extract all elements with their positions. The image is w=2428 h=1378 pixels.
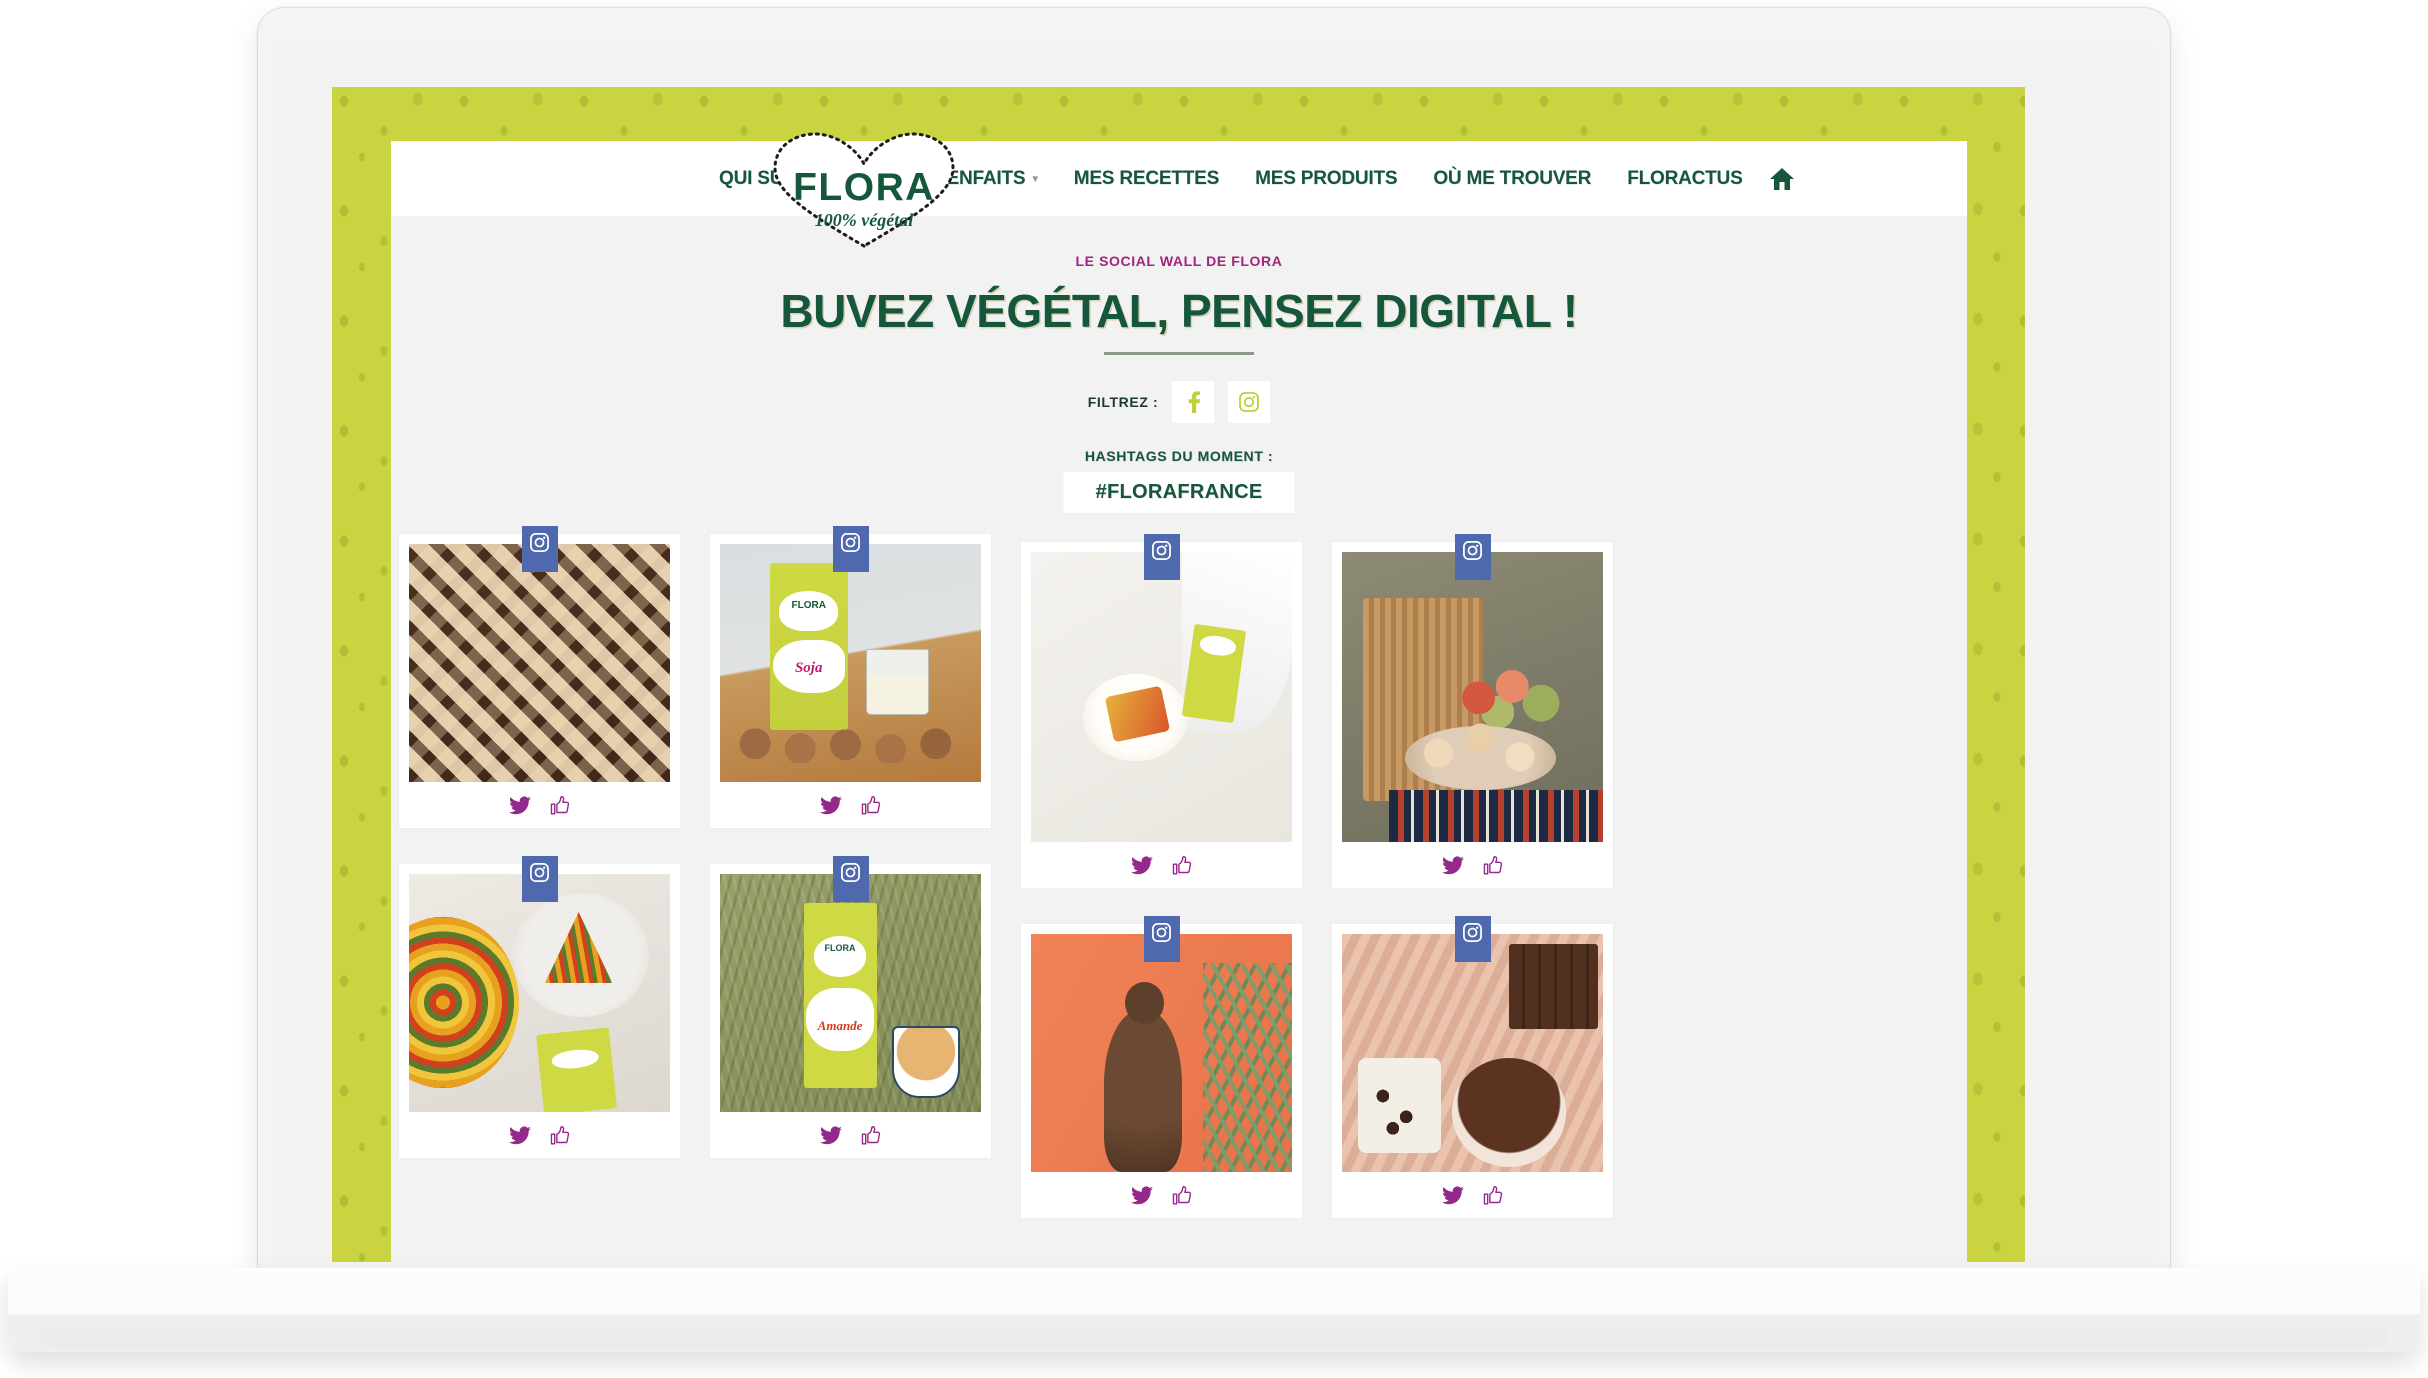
post-actions — [1031, 842, 1292, 888]
filter-button-facebook[interactable] — [1172, 381, 1215, 423]
twitter-icon[interactable] — [509, 795, 531, 815]
instagram-icon — [1239, 392, 1260, 412]
post-image-knit-chocolate[interactable] — [1342, 934, 1603, 1172]
post-image-vegetable-tart[interactable] — [409, 874, 670, 1112]
post-actions — [720, 1112, 981, 1158]
post-image-flora-amande-grass[interactable]: FLORA Amande — [720, 874, 981, 1112]
social-post-card[interactable] — [1021, 534, 1302, 888]
nav-item-mes-produits[interactable]: MES PRODUITS — [1237, 168, 1415, 190]
twitter-icon[interactable] — [509, 1125, 531, 1145]
nav-item-mes-recettes[interactable]: MES RECETTES — [1056, 168, 1237, 190]
instagram-icon — [530, 533, 549, 552]
filter-row: FILTREZ : — [391, 381, 1967, 423]
social-post-card[interactable] — [1332, 916, 1613, 1218]
twitter-icon[interactable] — [1131, 1185, 1153, 1205]
logo-tagline: 100% végétal — [814, 210, 914, 230]
post-image-picnic-basket[interactable] — [1342, 552, 1603, 842]
thumbs-up-icon[interactable] — [860, 795, 881, 816]
post-actions — [409, 782, 670, 828]
nav-item-label: OÙ ME TROUVER — [1433, 167, 1592, 189]
laptop-mockup: QUI SUIS-JE ? MES BIENFAITS ▾ MES RECETT… — [0, 0, 2428, 1378]
thumbs-up-icon[interactable] — [860, 1125, 881, 1146]
instagram-source-badge[interactable] — [1143, 916, 1180, 962]
thumbs-up-icon[interactable] — [549, 795, 570, 816]
instagram-icon — [530, 863, 549, 882]
hashtag-chip-florafrance[interactable]: #FLORAFRANCE — [1063, 472, 1295, 513]
title-divider — [1104, 352, 1254, 355]
thumbs-up-icon[interactable] — [1171, 1185, 1192, 1206]
social-post-card[interactable] — [399, 856, 680, 1158]
post-image-waffle-flatlay[interactable] — [1031, 552, 1292, 842]
social-post-card[interactable]: FLORA Amande — [710, 856, 991, 1158]
instagram-source-badge[interactable] — [521, 526, 558, 572]
social-post-card[interactable] — [1021, 916, 1302, 1218]
twitter-icon[interactable] — [820, 795, 842, 815]
twitter-icon[interactable] — [820, 1125, 842, 1145]
social-wall-column — [1332, 534, 1613, 1262]
post-image-waffles[interactable] — [409, 544, 670, 782]
logo-wordmark: FLORA — [793, 166, 935, 209]
social-post-card[interactable]: FLORA Soja — [710, 526, 991, 828]
nav-item-label: MES PRODUITS — [1255, 167, 1398, 189]
nav-item-label: FLORACTUS — [1627, 167, 1743, 189]
post-actions — [1342, 842, 1603, 888]
nav-item-floractus[interactable]: FLORACTUS — [1609, 168, 1760, 190]
post-actions — [1342, 1172, 1603, 1218]
social-post-card[interactable] — [1332, 534, 1613, 888]
post-actions — [409, 1112, 670, 1158]
nav-item-label: MES RECETTES — [1073, 167, 1220, 189]
thumbs-up-icon[interactable] — [1482, 1185, 1503, 1206]
twitter-icon[interactable] — [1442, 855, 1464, 875]
site-navigation-bar: QUI SUIS-JE ? MES BIENFAITS ▾ MES RECETT… — [391, 141, 1967, 216]
laptop-base-lip — [38, 1328, 2390, 1350]
social-post-card[interactable] — [399, 526, 680, 828]
facebook-icon — [1188, 391, 1201, 413]
hashtags-label: HASHTAGS DU MOMENT : — [1084, 448, 1274, 464]
filter-label: FILTREZ : — [1087, 394, 1159, 410]
social-wall-column — [399, 526, 680, 1262]
instagram-icon — [841, 863, 860, 882]
instagram-source-badge[interactable] — [1454, 916, 1491, 962]
twitter-icon[interactable] — [1131, 855, 1153, 875]
post-actions — [720, 782, 981, 828]
instagram-source-badge[interactable] — [1143, 534, 1180, 580]
social-wall-column: FLORA Soja FLORA Amande — [710, 526, 991, 1262]
page-body: LE SOCIAL WALL DE FLORA BUVEZ VÉGÉTAL, P… — [391, 216, 1967, 1262]
home-icon[interactable] — [1761, 167, 1809, 191]
flora-logo[interactable]: FLORA 100% végétal — [769, 130, 959, 250]
instagram-icon — [841, 533, 860, 552]
thumbs-up-icon[interactable] — [1171, 855, 1192, 876]
instagram-source-badge[interactable] — [521, 856, 558, 902]
instagram-icon — [1463, 923, 1482, 942]
instagram-icon — [1463, 541, 1482, 560]
instagram-source-badge[interactable] — [1454, 534, 1491, 580]
post-image-woman-orange-wall[interactable] — [1031, 934, 1292, 1172]
thumbs-up-icon[interactable] — [549, 1125, 570, 1146]
thumbs-up-icon[interactable] — [1482, 855, 1503, 876]
post-actions — [1031, 1172, 1292, 1218]
twitter-icon[interactable] — [1442, 1185, 1464, 1205]
instagram-source-badge[interactable] — [832, 856, 869, 902]
page-eyebrow: LE SOCIAL WALL DE FLORA — [1075, 253, 1283, 269]
instagram-source-badge[interactable] — [832, 526, 869, 572]
social-wall-grid: FLORA Soja FLORA Amande — [399, 526, 1959, 1262]
instagram-icon — [1152, 923, 1171, 942]
browser-viewport: QUI SUIS-JE ? MES BIENFAITS ▾ MES RECETT… — [274, 46, 2154, 1262]
chevron-down-icon: ▾ — [1032, 173, 1038, 185]
nav-item-ou-me-trouver[interactable]: OÙ ME TROUVER — [1415, 168, 1609, 190]
page-title: BUVEZ VÉGÉTAL, PENSEZ DIGITAL ! — [780, 285, 1578, 337]
filter-button-instagram[interactable] — [1228, 381, 1271, 423]
post-image-flora-soja-cookies[interactable]: FLORA Soja — [720, 544, 981, 782]
instagram-icon — [1152, 541, 1171, 560]
social-wall-column — [1021, 534, 1302, 1262]
